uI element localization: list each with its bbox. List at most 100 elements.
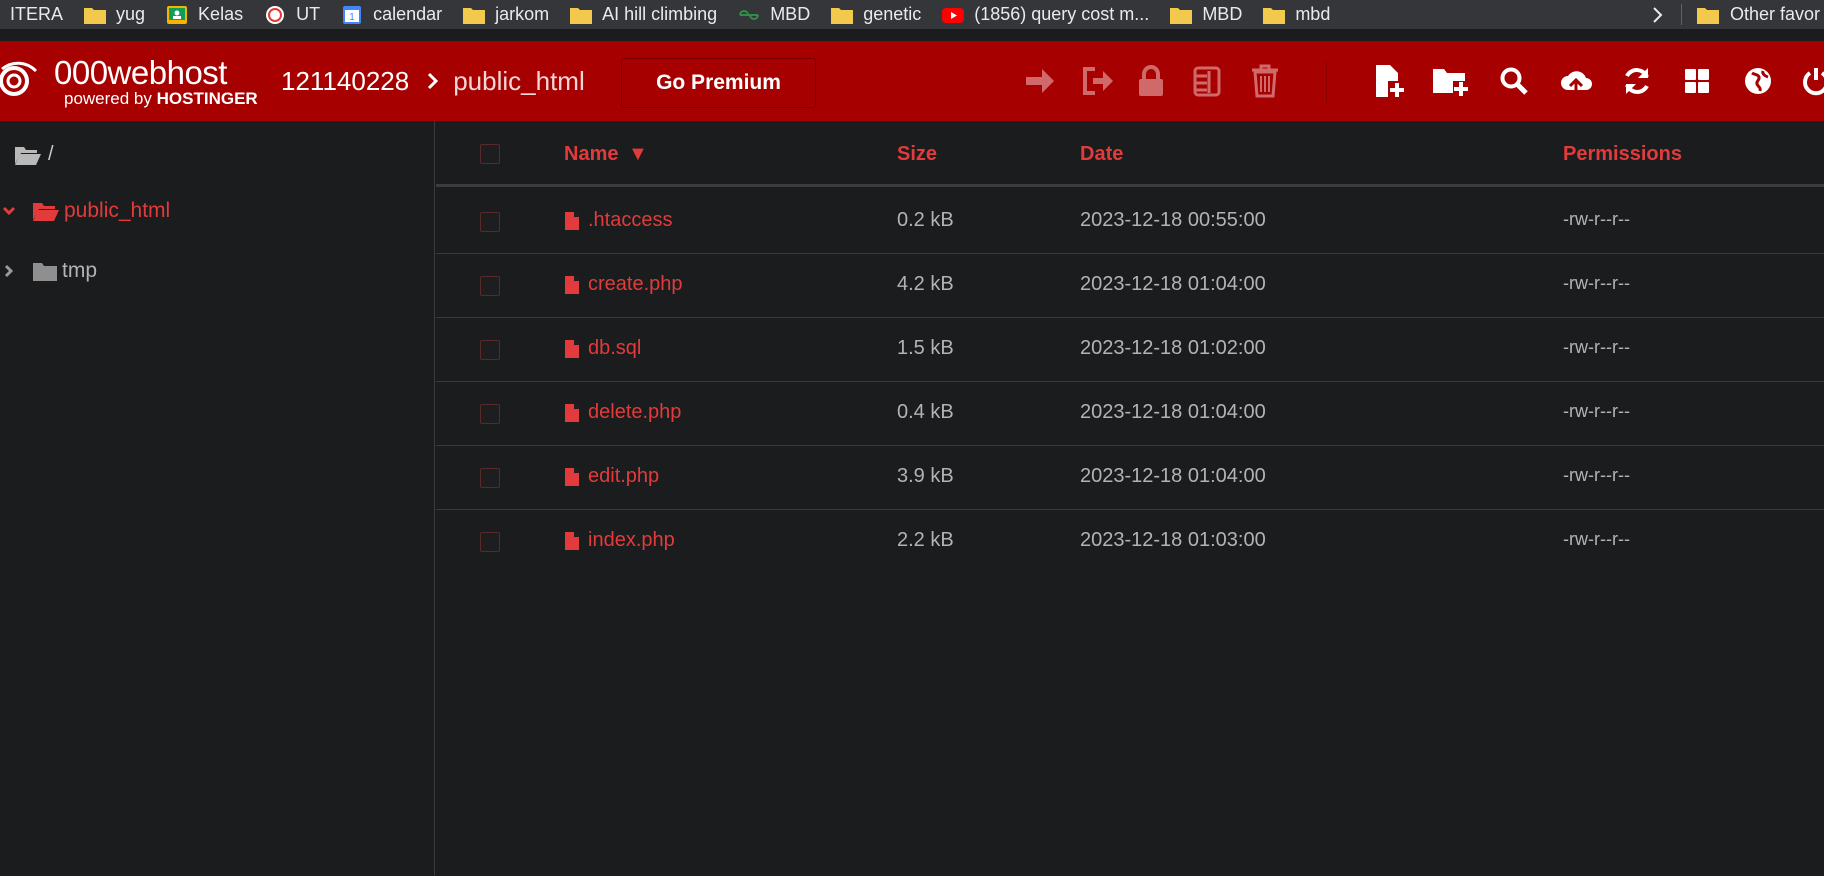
go-premium-button[interactable]: Go Premium — [621, 58, 816, 108]
file-date: 2023-12-18 01:04:00 — [1080, 401, 1266, 423]
other-favorites-label: Other favor — [1730, 4, 1821, 24]
classroom-icon — [167, 5, 188, 24]
power-icon[interactable] — [1796, 61, 1824, 101]
column-header-permissions[interactable]: Permissions — [1563, 143, 1682, 166]
bookmark-label: mbd — [1295, 4, 1331, 24]
bookmark-youtube[interactable]: (1856) query cost m... — [931, 0, 1159, 29]
globe-icon[interactable] — [1738, 61, 1778, 101]
upload-cloud-icon[interactable] — [1556, 61, 1596, 101]
sidebar-item-public-html[interactable]: public_html — [0, 199, 170, 223]
bookmarks-separator — [1681, 4, 1682, 25]
file-name-link[interactable]: db.sql — [564, 337, 641, 360]
table-row[interactable]: delete.php 0.4 kB 2023-12-18 01:04:00 -r… — [436, 382, 1824, 446]
file-date: 2023-12-18 01:04:00 — [1080, 465, 1266, 487]
bookmarks-overflow-chevron-icon[interactable] — [1640, 0, 1676, 29]
lock-icon[interactable] — [1131, 61, 1171, 101]
trash-icon[interactable] — [1245, 61, 1285, 101]
bookmark-kelas[interactable]: Kelas — [155, 0, 253, 29]
folder-icon — [1697, 7, 1719, 24]
bookmark-label: calendar — [373, 4, 443, 24]
tree-root[interactable]: / — [14, 143, 54, 166]
bookmark-calendar[interactable]: 1 calendar — [330, 0, 452, 29]
grid-view-icon[interactable] — [1677, 61, 1717, 101]
column-header-name-label: Name — [564, 143, 619, 165]
header-divider — [1326, 61, 1327, 103]
file-date: 2023-12-18 00:55:00 — [1080, 209, 1266, 231]
sidebar-item-tmp[interactable]: tmp — [0, 259, 97, 283]
gfg-icon — [739, 9, 760, 20]
row-checkbox[interactable] — [480, 276, 500, 296]
row-checkbox[interactable] — [480, 212, 500, 232]
file-name-link[interactable]: .htaccess — [564, 209, 672, 232]
table-row[interactable]: create.php 4.2 kB 2023-12-18 01:04:00 -r… — [436, 254, 1824, 318]
file-name: edit.php — [588, 465, 660, 487]
row-checkbox[interactable] — [480, 468, 500, 488]
file-name-link[interactable]: edit.php — [564, 465, 659, 488]
svg-text:1: 1 — [349, 12, 355, 23]
file-permissions: -rw-r--r-- — [1563, 273, 1630, 293]
row-checkbox[interactable] — [480, 404, 500, 424]
new-folder-icon[interactable] — [1430, 61, 1470, 101]
move-arrow-icon[interactable] — [1020, 61, 1060, 101]
folder-icon — [570, 7, 593, 24]
row-checkbox[interactable] — [480, 532, 500, 552]
table-row[interactable]: .htaccess 0.2 kB 2023-12-18 00:55:00 -rw… — [436, 190, 1824, 254]
file-permissions: -rw-r--r-- — [1563, 337, 1630, 357]
bookmark-mbd-gfg[interactable]: MBD — [727, 0, 820, 29]
bookmark-label: Kelas — [198, 4, 244, 24]
bookmark-mbd-lower[interactable]: mbd — [1252, 0, 1340, 29]
file-icon — [565, 403, 579, 422]
bookmark-jarkom[interactable]: jarkom — [452, 0, 559, 29]
file-size: 1.5 kB — [897, 337, 954, 359]
bookmark-ai-hill-climbing[interactable]: AI hill climbing — [559, 0, 727, 29]
bookmark-label: (1856) query cost m... — [974, 4, 1150, 24]
search-icon[interactable] — [1494, 61, 1534, 101]
column-header-date[interactable]: Date — [1080, 143, 1123, 166]
folder-icon — [32, 260, 58, 282]
file-name-link[interactable]: delete.php — [564, 401, 681, 424]
new-file-icon[interactable] — [1370, 61, 1410, 101]
column-header-size[interactable]: Size — [897, 143, 937, 166]
file-permissions: -rw-r--r-- — [1563, 401, 1630, 421]
folder-icon — [831, 7, 854, 24]
archive-icon[interactable] — [1187, 61, 1227, 101]
breadcrumb-current[interactable]: public_html — [453, 66, 585, 97]
file-permissions: -rw-r--r-- — [1563, 465, 1630, 485]
file-permissions: -rw-r--r-- — [1563, 529, 1630, 549]
bookmark-genetic[interactable]: genetic — [820, 0, 931, 29]
other-favorites[interactable]: Other favor — [1696, 0, 1820, 29]
calendar-icon: 1 — [343, 5, 362, 24]
column-header-name[interactable]: Name ▼ — [564, 143, 648, 166]
bookmark-itera[interactable]: ITERA — [0, 0, 73, 29]
folder-icon — [463, 7, 486, 24]
breadcrumb-chevron-icon — [427, 72, 439, 90]
folder-icon — [84, 7, 107, 24]
sidebar-item-label: tmp — [62, 259, 98, 282]
bookmark-yug[interactable]: yug — [73, 0, 155, 29]
chevron-down-icon[interactable] — [0, 206, 18, 216]
refresh-icon[interactable] — [1617, 61, 1657, 101]
bookmark-ut[interactable]: UT — [253, 0, 330, 29]
breadcrumb-root[interactable]: 121140228 — [281, 66, 409, 97]
file-name: db.sql — [588, 337, 642, 359]
logo[interactable]: 000webhost powered by HOSTINGER — [0, 51, 258, 111]
table-row[interactable]: index.php 2.2 kB 2023-12-18 01:03:00 -rw… — [436, 510, 1824, 574]
file-icon — [565, 531, 579, 550]
file-icon — [565, 211, 579, 230]
bookmark-label: MBD — [770, 4, 811, 24]
sign-out-icon[interactable] — [1078, 61, 1118, 101]
ut-logo-icon — [266, 5, 285, 24]
file-size: 3.9 kB — [897, 465, 954, 487]
table-row[interactable]: edit.php 3.9 kB 2023-12-18 01:04:00 -rw-… — [436, 446, 1824, 510]
file-name-link[interactable]: index.php — [564, 529, 675, 552]
file-date: 2023-12-18 01:03:00 — [1080, 529, 1266, 551]
bookmark-mbd[interactable]: MBD — [1159, 0, 1252, 29]
file-name-link[interactable]: create.php — [564, 273, 683, 296]
select-all-checkbox[interactable] — [480, 144, 500, 164]
chevron-right-icon[interactable] — [0, 264, 18, 278]
bookmark-label: genetic — [863, 4, 922, 24]
bookmark-label: MBD — [1202, 4, 1243, 24]
table-row[interactable]: db.sql 1.5 kB 2023-12-18 01:02:00 -rw-r-… — [436, 318, 1824, 382]
bookmark-label: yug — [116, 4, 146, 24]
row-checkbox[interactable] — [480, 340, 500, 360]
